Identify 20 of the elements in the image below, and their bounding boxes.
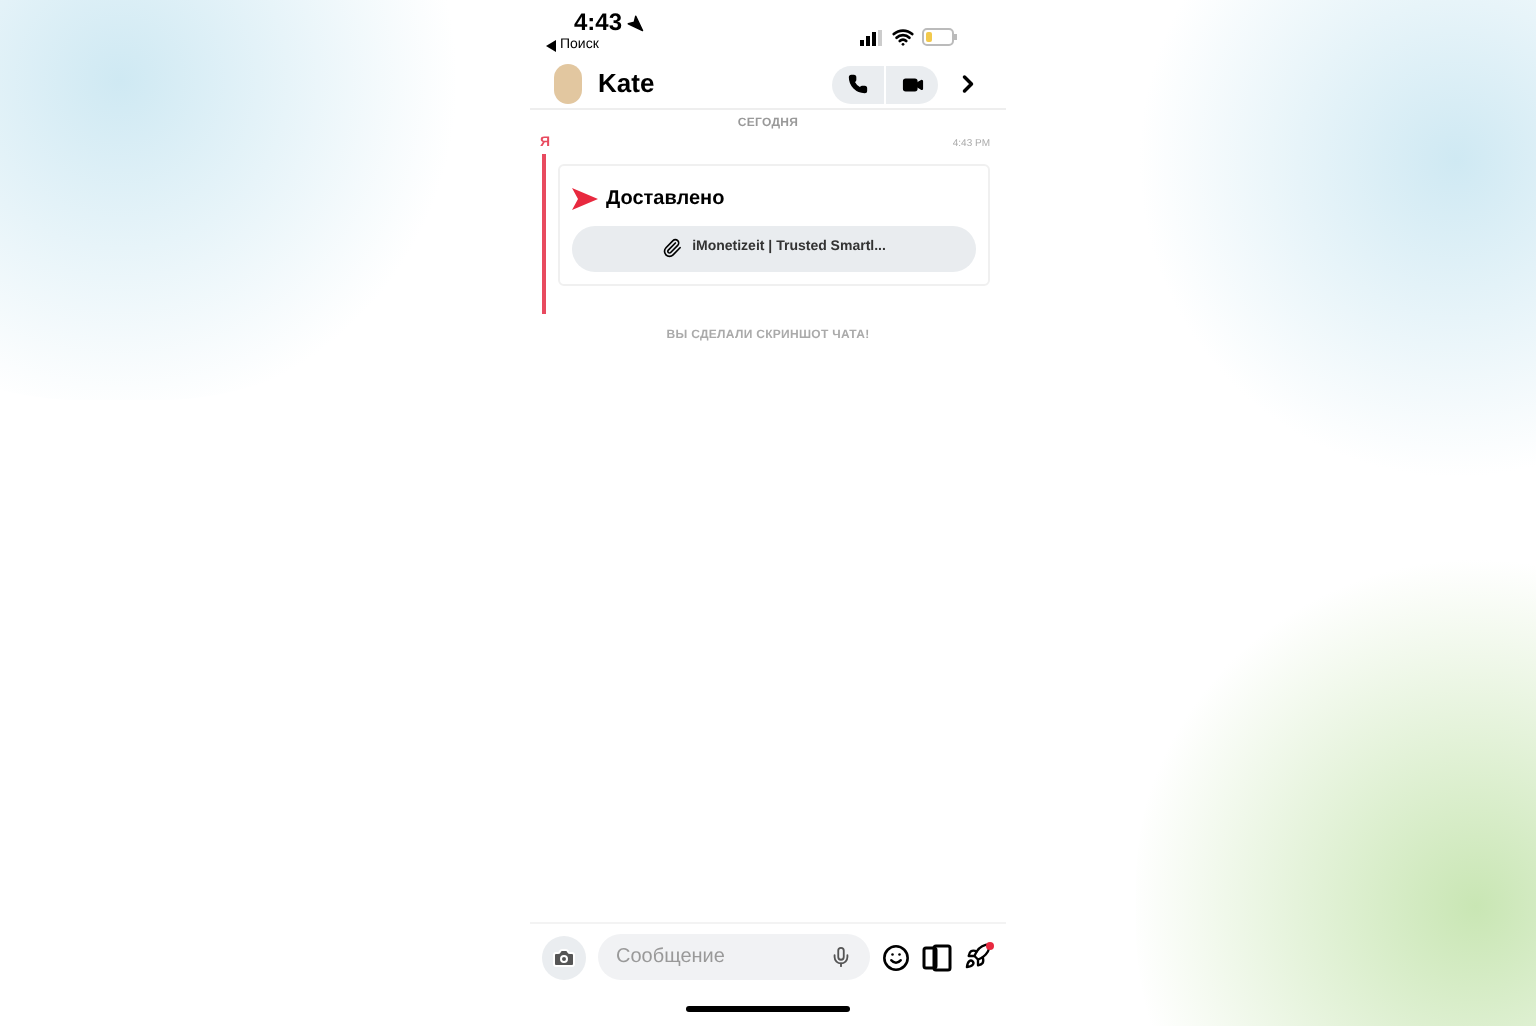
- message-input[interactable]: Сообщение: [616, 942, 796, 972]
- sent-arrow-icon: [572, 187, 598, 209]
- phone-icon[interactable]: [848, 74, 868, 94]
- contact-name[interactable]: Kate: [598, 64, 655, 104]
- location-icon: [626, 13, 645, 31]
- message-bar[interactable]: Сообщение: [598, 934, 870, 980]
- microphone-icon[interactable]: [830, 946, 852, 968]
- delivery-status: Доставлено: [606, 185, 725, 213]
- back-triangle-icon: [546, 39, 556, 51]
- cards-icon[interactable]: [922, 943, 952, 971]
- rocket-icon[interactable]: [964, 942, 994, 972]
- status-time: 4:43: [574, 8, 623, 36]
- camera-icon[interactable]: [552, 945, 576, 969]
- signal-icon: [860, 29, 884, 45]
- video-camera-icon[interactable]: [901, 73, 923, 95]
- paperclip-icon: [662, 238, 683, 258]
- wifi-icon: [892, 26, 914, 48]
- camera-button[interactable]: [542, 935, 586, 979]
- battery-icon: [922, 28, 958, 46]
- smiley-icon[interactable]: [882, 943, 910, 971]
